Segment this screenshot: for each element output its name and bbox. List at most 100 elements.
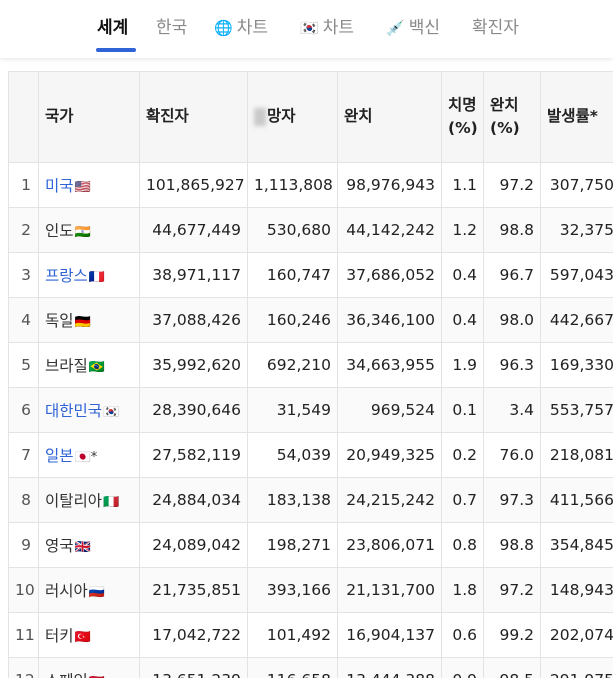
country-flag-icon: 🇺🇸	[74, 180, 91, 195]
top-tab-bar: 세계 한국 🌐 차트 🇰🇷 차트 💉 백신 확진자	[0, 0, 613, 58]
incidence-cell: 218,081	[540, 432, 613, 478]
country-cell: 스페인🇪🇸	[38, 657, 140, 678]
recovered-cell: 20,949,325	[337, 432, 442, 478]
row-index: 6	[8, 387, 39, 433]
country-name[interactable]: 대한민국	[45, 402, 102, 420]
incidence-cell: 169,330	[540, 342, 613, 388]
deaths-cell: 692,210	[247, 342, 338, 388]
fatality-cell: 1.2	[441, 207, 484, 253]
table-row: 6 대한민국🇰🇷 28,390,646 31,549 969,524 0.1 3.4 553,…	[8, 387, 613, 433]
confirmed-cell: 13,651,239	[139, 657, 248, 678]
recovery-rate-cell: 96.7	[483, 252, 541, 298]
recovered-cell: 969,524	[337, 387, 442, 433]
table-row: 10 러시아🇷🇺 21,735,851 393,166 21,131,700 1.8 97.…	[8, 567, 613, 613]
recovered-cell: 24,215,242	[337, 477, 442, 523]
recovery-rate-cell: 96.3	[483, 342, 541, 388]
header-confirmed[interactable]: 확진자	[139, 71, 248, 163]
deaths-cell: 160,246	[247, 297, 338, 343]
tab-korea-chart[interactable]: 🇰🇷 차트	[300, 13, 354, 38]
header-recovery-rate[interactable]: 완치 (%)	[483, 71, 541, 163]
country-cell: 인도🇮🇳	[38, 207, 140, 253]
row-index: 11	[8, 612, 39, 658]
tab-world-chart-label: 차트	[236, 18, 268, 38]
country-name[interactable]: 프랑스	[45, 267, 88, 285]
confirmed-cell: 37,088,426	[139, 297, 248, 343]
header-fatality[interactable]: 치명 (%)	[441, 71, 484, 163]
country-cell[interactable]: 일본🇯🇵*	[38, 432, 140, 478]
country-flag-icon: 🇹🇷	[74, 630, 91, 645]
deaths-cell: 198,271	[247, 522, 338, 568]
recovered-cell: 23,806,071	[337, 522, 442, 568]
header-recovered[interactable]: 완치	[337, 71, 442, 163]
country-flag-icon: 🇯🇵*	[74, 450, 98, 465]
country-flag-icon: 🇮🇹	[103, 495, 120, 510]
deaths-cell: 160,747	[247, 252, 338, 298]
recovery-rate-cell: 3.4	[483, 387, 541, 433]
country-cell: 영국🇬🇧	[38, 522, 140, 568]
tab-world[interactable]: 세계	[97, 13, 128, 38]
fatality-cell: 0.9	[441, 657, 484, 678]
fatality-cell: 0.4	[441, 297, 484, 343]
table-row: 8 이탈리아🇮🇹 24,884,034 183,138 24,215,242 0.7 97.…	[8, 477, 613, 523]
confirmed-cell: 17,042,722	[139, 612, 248, 658]
incidence-cell: 553,757	[540, 387, 613, 433]
incidence-cell: 291,975	[540, 657, 613, 678]
tab-vaccine[interactable]: 💉 백신	[386, 13, 440, 38]
country-cell[interactable]: 프랑스🇫🇷	[38, 252, 140, 298]
row-index: 2	[8, 207, 39, 253]
tab-korea[interactable]: 한국	[156, 13, 187, 38]
tab-korea-chart-label: 차트	[322, 18, 354, 38]
fatality-cell: 1.8	[441, 567, 484, 613]
incidence-cell: 411,566	[540, 477, 613, 523]
recovered-cell: 44,142,242	[337, 207, 442, 253]
country-name: 터키	[45, 627, 74, 645]
country-stats-table: 국가 확진자 망자 완치 치명 (%) 완치 (%) 발생률* 1 미국🇺🇸 101,8…	[8, 71, 613, 678]
recovered-cell: 36,346,100	[337, 297, 442, 343]
country-name[interactable]: 일본	[45, 447, 74, 465]
header-deaths[interactable]: 망자	[247, 71, 338, 163]
confirmed-cell: 27,582,119	[139, 432, 248, 478]
deaths-cell: 116,658	[247, 657, 338, 678]
country-name: 러시아	[45, 582, 88, 600]
blurred-glyph	[254, 107, 266, 126]
confirmed-cell: 24,089,042	[139, 522, 248, 568]
deaths-cell: 393,166	[247, 567, 338, 613]
country-name: 이탈리아	[45, 492, 103, 510]
incidence-cell: 202,074	[540, 612, 613, 658]
recovery-rate-cell: 98.8	[483, 207, 541, 253]
country-cell: 독일🇩🇪	[38, 297, 140, 343]
table-row: 9 영국🇬🇧 24,089,042 198,271 23,806,071 0.8 98.8 3…	[8, 522, 613, 568]
country-flag-icon: 🇷🇺	[88, 585, 105, 600]
table-row: 11 터키🇹🇷 17,042,722 101,492 16,904,137 0.6 99.2…	[8, 612, 613, 658]
tab-world-chart[interactable]: 🌐 차트	[214, 13, 268, 38]
fatality-cell: 0.7	[441, 477, 484, 523]
country-cell: 이탈리아🇮🇹	[38, 477, 140, 523]
recovery-rate-cell: 76.0	[483, 432, 541, 478]
table-row: 2 인도🇮🇳 44,677,449 530,680 44,142,242 1.2 98.8 3…	[8, 207, 613, 253]
row-index: 9	[8, 522, 39, 568]
tab-confirmed[interactable]: 확진자	[472, 13, 519, 38]
deaths-cell: 1,113,808	[247, 162, 338, 208]
header-incidence[interactable]: 발생률*	[540, 71, 613, 163]
country-flag-icon: 🇫🇷	[88, 270, 105, 285]
country-cell[interactable]: 미국🇺🇸	[38, 162, 140, 208]
incidence-cell: 307,750	[540, 162, 613, 208]
fatality-cell: 0.4	[441, 252, 484, 298]
country-stats-table-container[interactable]: 국가 확진자 망자 완치 치명 (%) 완치 (%) 발생률* 1 미국🇺🇸 101,8…	[8, 71, 613, 678]
table-row: 12스페인🇪🇸13,651,239116,65813,444,3880.998.…	[8, 657, 613, 678]
recovery-rate-cell: 97.2	[483, 567, 541, 613]
deaths-cell: 31,549	[247, 387, 338, 433]
header-country[interactable]: 국가	[38, 71, 140, 163]
country-flag-icon: 🇩🇪	[74, 315, 91, 330]
confirmed-cell: 21,735,851	[139, 567, 248, 613]
incidence-cell: 597,043	[540, 252, 613, 298]
country-flag-icon: 🇧🇷	[88, 360, 105, 375]
incidence-cell: 148,943	[540, 567, 613, 613]
country-cell[interactable]: 대한민국🇰🇷	[38, 387, 140, 433]
recovered-cell: 21,131,700	[337, 567, 442, 613]
country-name[interactable]: 미국	[45, 177, 74, 195]
recovered-cell: 34,663,955	[337, 342, 442, 388]
country-name: 독일	[45, 312, 74, 330]
table-row: 4 독일🇩🇪 37,088,426 160,246 36,346,100 0.4 98.0 4…	[8, 297, 613, 343]
country-flag-icon: 🇮🇳	[74, 225, 91, 240]
